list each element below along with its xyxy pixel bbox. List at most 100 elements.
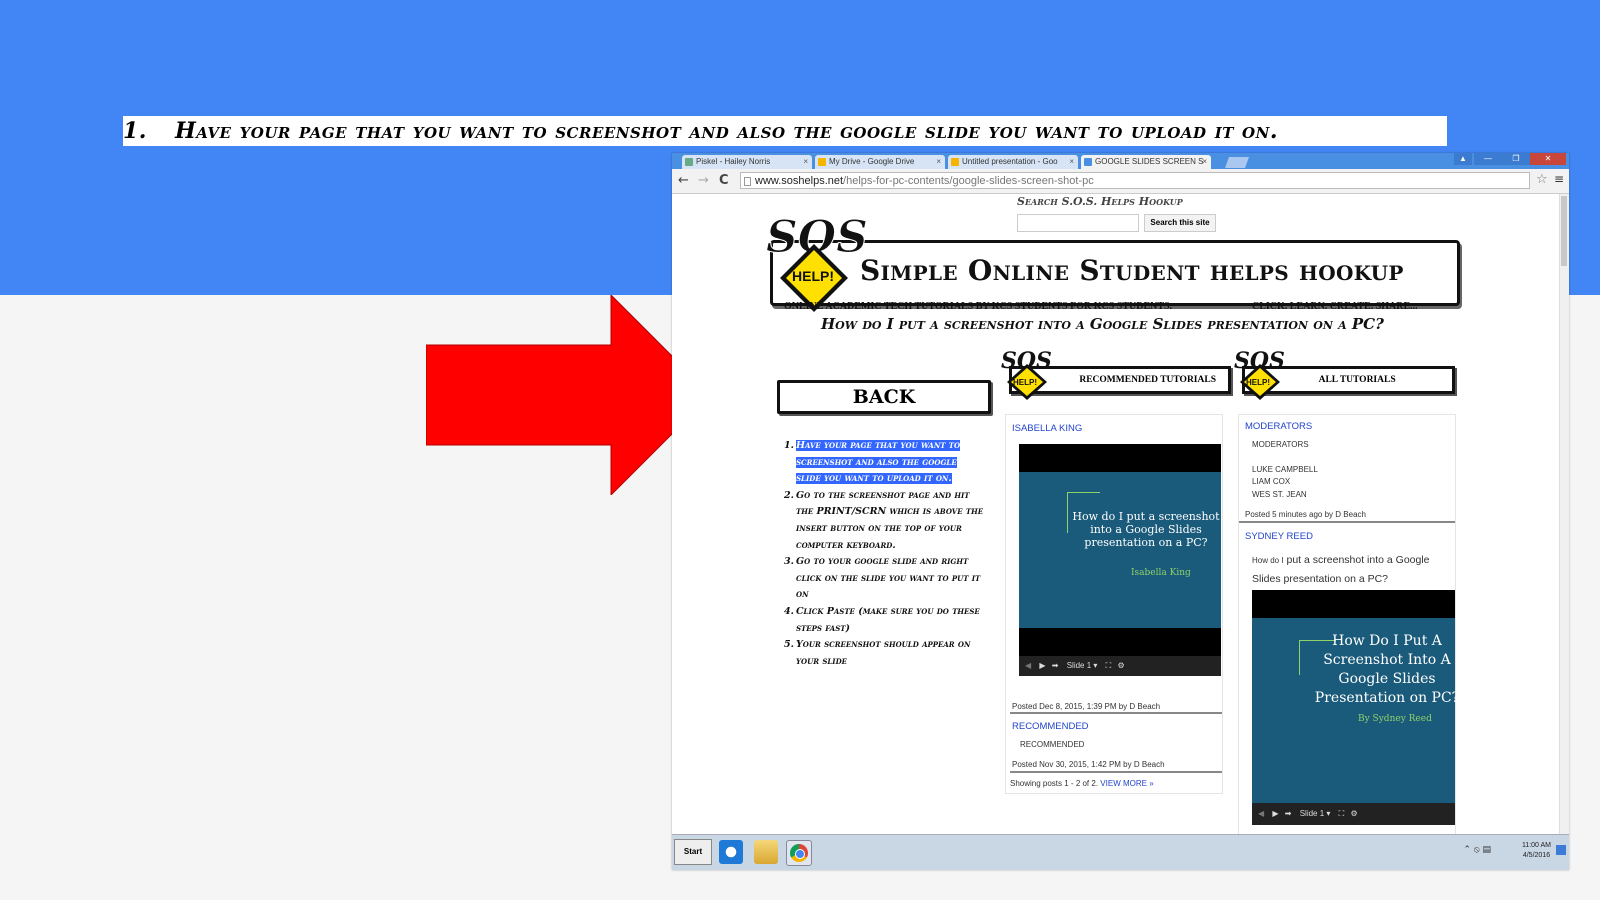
sos-help-sign-icon: SOS — [766, 212, 868, 312]
search-title: Search S.O.S. Helps Hookup — [1017, 195, 1183, 208]
tab-piskel[interactable]: Piskel - Hailey Norris × — [682, 155, 812, 169]
list-item: 3. Go to your google slide and right cli… — [784, 554, 984, 604]
slide-title-text: Have your page that you want to screensh… — [175, 118, 1278, 144]
gear-icon[interactable]: ⚙ — [1118, 661, 1125, 670]
next-slide-icon[interactable]: ➡ — [1285, 809, 1292, 818]
slide-selector[interactable]: Slide 1 ▾ — [1067, 661, 1098, 670]
steps-list: 1. Have your page that you want to scree… — [784, 438, 984, 670]
tab-label: GOOGLE SLIDES SCREEN S — [1095, 157, 1204, 166]
page-question: How do I put a screenshot into a Google … — [821, 315, 1384, 333]
close-icon[interactable]: × — [1202, 155, 1207, 169]
tab-google-slides-screen[interactable]: GOOGLE SLIDES SCREEN S × — [1081, 155, 1211, 169]
gear-icon[interactable]: ⚙ — [1351, 809, 1358, 818]
divider — [1010, 712, 1222, 714]
reload-icon[interactable]: C — [719, 173, 729, 188]
page-scrollbar[interactable] — [1559, 194, 1569, 834]
prev-slide-icon[interactable]: ◀ — [1025, 661, 1031, 670]
start-button[interactable]: Start — [674, 839, 712, 865]
slide-title: 1. Have your page that you want to screen… — [123, 116, 1447, 146]
screenshot-browser-window: Piskel - Hailey Norris × My Drive - Goog… — [672, 153, 1569, 870]
post-body-prefix: How do I — [1252, 556, 1284, 565]
embedded-slide-title: How do I put a screenshot into a Google … — [1072, 510, 1220, 549]
sos-mini-logo: SOS HELP! — [1232, 344, 1294, 406]
fullscreen-icon[interactable]: ⛶ — [1339, 809, 1345, 818]
step-text: Go to the screenshot page and hit the PR… — [796, 489, 984, 551]
system-clock[interactable]: 11:00 AM 4/5/2016 — [1522, 841, 1551, 861]
internet-explorer-icon[interactable] — [719, 840, 743, 864]
close-icon[interactable]: × — [1069, 155, 1074, 169]
post-body: MODERATORS — [1252, 440, 1309, 449]
post-body: How do I put a screenshot into a Google … — [1252, 551, 1450, 588]
chrome-menu-icon[interactable]: ≡ — [1554, 172, 1564, 186]
all-tutorials-label: ALL TUTORIALS — [1318, 375, 1396, 385]
search-input[interactable] — [1017, 214, 1139, 232]
back-button[interactable]: BACK — [777, 380, 991, 414]
browser-toolbar: ← → C www.soshelps.net/helps-for-pc-cont… — [672, 169, 1569, 194]
step-text: Go to your google slide and right click … — [796, 556, 981, 601]
list-item: 1. Have your page that you want to scree… — [784, 438, 984, 488]
site-tagline: ONLINE ACADEMIC TECH TUTORIALS BY KCS ST… — [784, 301, 1173, 312]
logo-help-text: HELP! — [792, 268, 834, 284]
sites-icon — [1084, 158, 1092, 166]
sos-mini-logo: SOS HELP! — [999, 344, 1061, 406]
step-text-selected: Have your page that you want to screensh… — [796, 440, 961, 485]
divider — [1239, 521, 1455, 523]
recommended-card: ISABELLA KING How do I put a screenshot … — [1005, 414, 1223, 794]
maximize-button[interactable]: ❐ — [1502, 153, 1530, 165]
sos-help-sign-icon: SOS HELP! — [1234, 348, 1285, 400]
slide-preview — [1019, 472, 1221, 628]
close-icon[interactable]: × — [936, 155, 941, 169]
slide-step-number: 1. — [123, 118, 147, 144]
tab-label: Piskel - Hailey Norris — [696, 157, 771, 166]
slides-embed-video[interactable]: How Do I Put A Screenshot Into A Google … — [1252, 590, 1459, 825]
next-slide-icon[interactable]: ➡ — [1052, 661, 1059, 670]
svg-text:HELP!: HELP! — [1246, 378, 1270, 387]
list-item: 5. Your screenshot should appear on your… — [784, 637, 984, 670]
play-icon[interactable]: ▶ — [1039, 661, 1045, 670]
show-desktop-button[interactable] — [1556, 845, 1566, 855]
piskel-icon — [685, 158, 693, 166]
user-icon[interactable]: ▲ — [1454, 153, 1472, 165]
post-link-moderators[interactable]: MODERATORS — [1245, 421, 1312, 432]
post-link-recommended[interactable]: RECOMMENDED — [1012, 721, 1089, 732]
close-window-button[interactable]: ✕ — [1530, 153, 1566, 165]
slides-embed-video[interactable]: How do I put a screenshot into a Google … — [1019, 444, 1221, 676]
divider — [1010, 771, 1222, 773]
fullscreen-icon[interactable]: ⛶ — [1106, 661, 1112, 670]
post-meta: Posted Dec 8, 2015, 1:39 PM by D Beach — [1012, 702, 1161, 711]
play-icon[interactable]: ▶ — [1272, 809, 1278, 818]
all-tutorials-card: MODERATORS MODERATORS LUKE CAMPBELL LIAM… — [1238, 414, 1459, 836]
post-body: RECOMMENDED — [1020, 740, 1085, 749]
bookmark-star-icon[interactable]: ☆ — [1536, 172, 1548, 187]
step-number: 4. — [784, 605, 794, 617]
search-button[interactable]: Search this site — [1144, 214, 1216, 232]
new-tab-button[interactable] — [1224, 157, 1250, 168]
forward-arrow-icon[interactable]: → — [698, 173, 709, 188]
recommended-tutorials-label: RECOMMENDED TUTORIALS — [1079, 375, 1216, 385]
list-item: 2. Go to the screenshot page and hit the… — [784, 488, 984, 554]
svg-text:HELP!: HELP! — [1013, 378, 1037, 387]
file-explorer-icon[interactable] — [754, 840, 778, 864]
post-link-sydney-reed[interactable]: SYDNEY REED — [1245, 531, 1313, 542]
post-link-isabella-king[interactable]: ISABELLA KING — [1012, 423, 1082, 434]
post-meta: Posted Nov 30, 2015, 1:42 PM by D Beach — [1012, 760, 1165, 769]
close-icon[interactable]: × — [803, 155, 808, 169]
prev-slide-icon[interactable]: ◀ — [1258, 809, 1264, 818]
step-number: 1. — [784, 440, 794, 451]
view-more-link[interactable]: VIEW MORE » — [1100, 779, 1153, 788]
minimize-button[interactable]: — — [1474, 153, 1502, 165]
slide-player-controls: ◀ ▶ ➡ Slide 1 ▾ ⛶ ⚙ — [1019, 656, 1221, 676]
chrome-taskbar-button[interactable] — [786, 840, 812, 866]
scrollbar-thumb[interactable] — [1561, 196, 1567, 266]
drive-icon — [818, 158, 826, 166]
tab-untitled-presentation[interactable]: Untitled presentation - Goo × — [948, 155, 1078, 169]
slide-player-controls: ◀ ▶ ➡ Slide 1 ▾ ⛶ ⚙ — [1252, 803, 1455, 825]
tab-google-drive[interactable]: My Drive - Google Drive × — [815, 155, 945, 169]
pagination-status: Showing posts 1 - 2 of 2. — [1010, 779, 1099, 788]
tray-icons[interactable]: ⌃ ⦸ ▤ — [1463, 845, 1491, 855]
slide-selector[interactable]: Slide 1 ▾ — [1300, 809, 1331, 818]
address-bar[interactable]: www.soshelps.net/helps-for-pc-contents/g… — [740, 172, 1530, 189]
back-arrow-icon[interactable]: ← — [678, 173, 689, 188]
chrome-icon-center — [795, 849, 805, 859]
tab-strip: Piskel - Hailey Norris × My Drive - Goog… — [672, 153, 1569, 169]
